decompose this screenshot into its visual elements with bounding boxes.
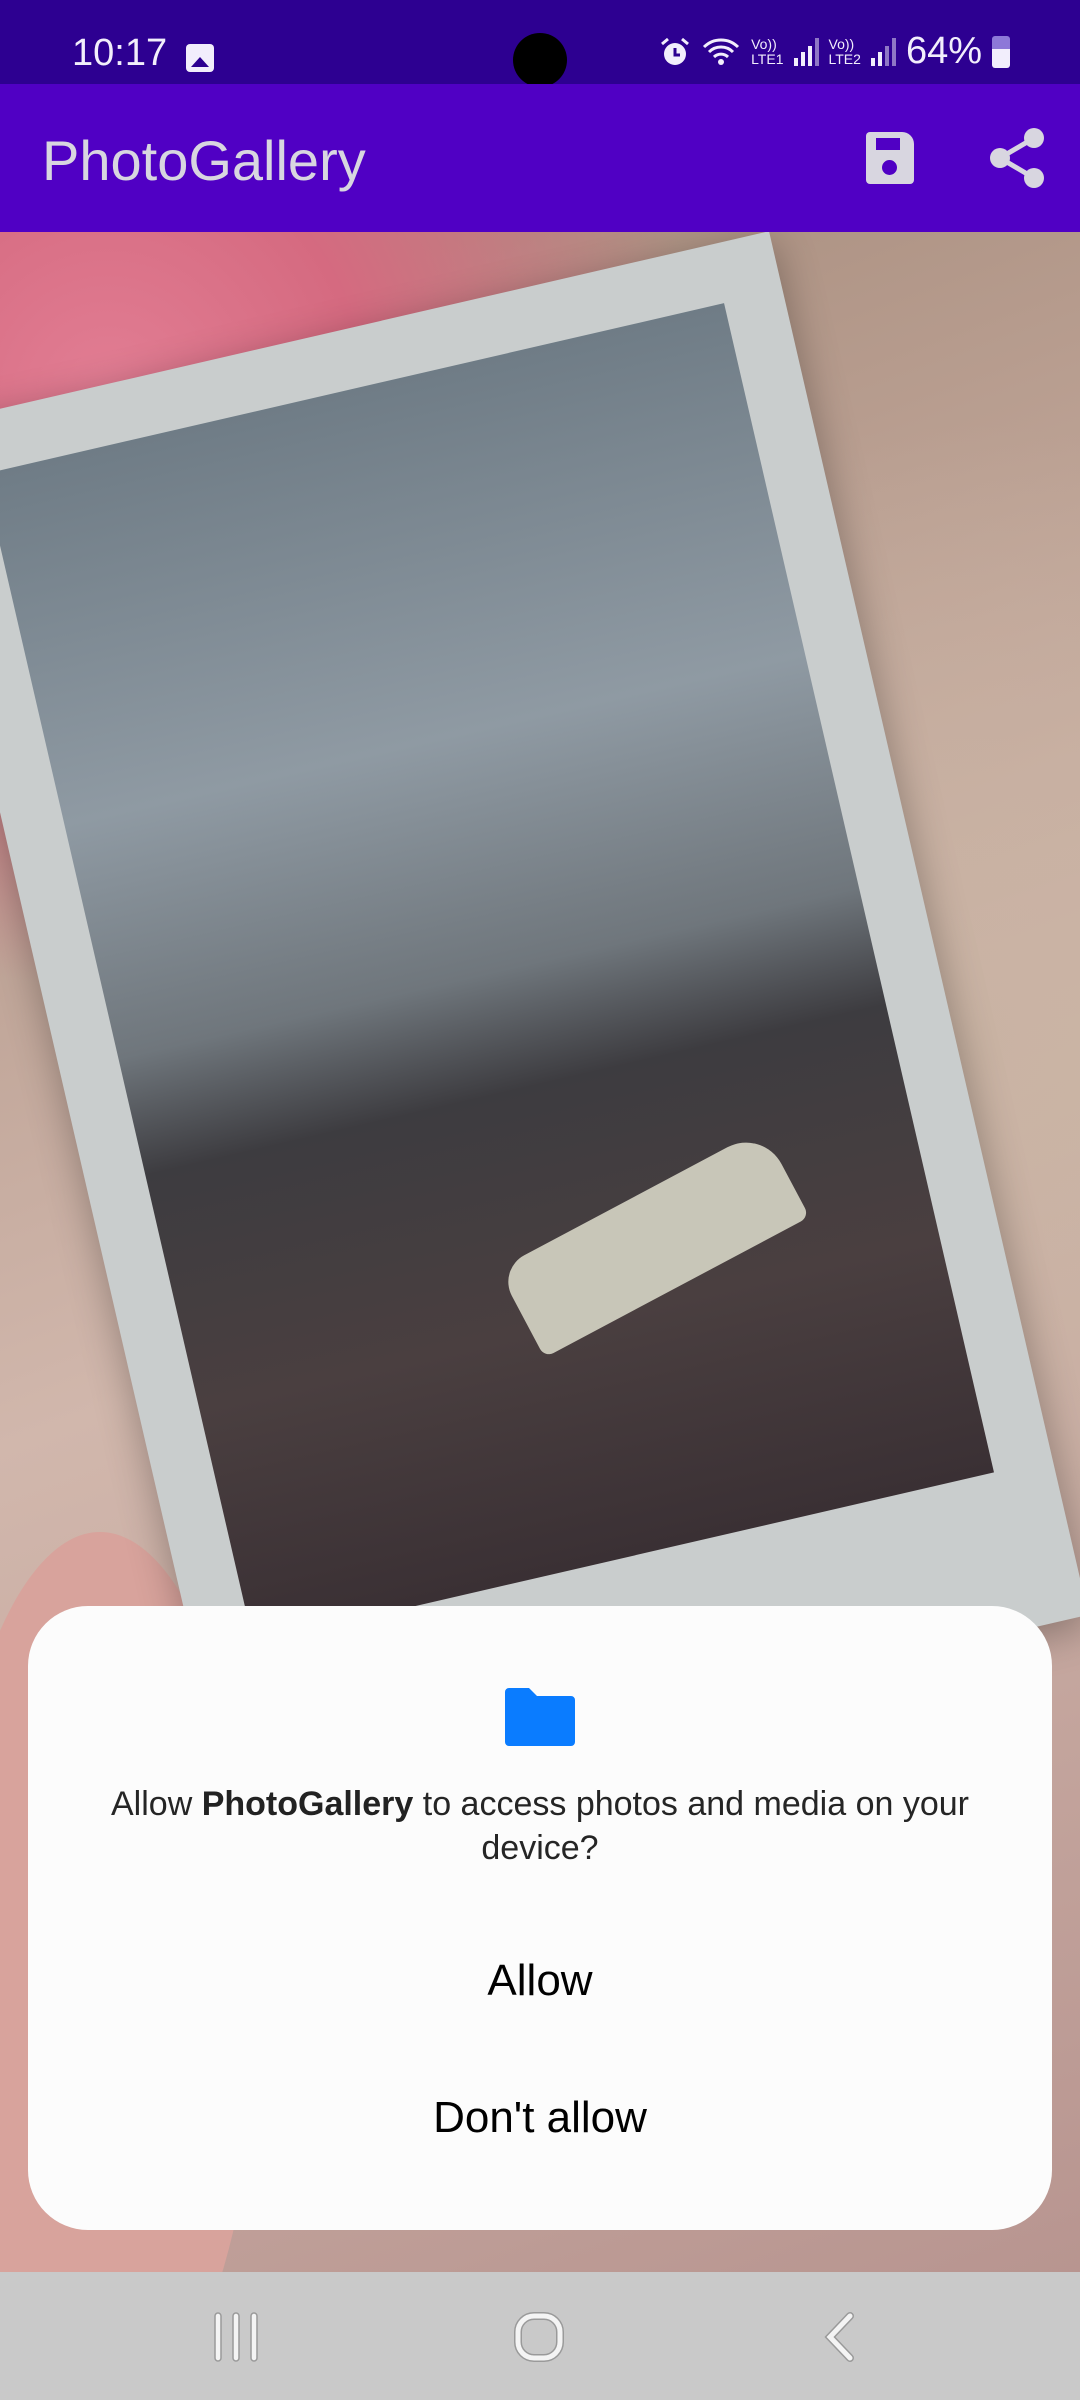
- dont-allow-button[interactable]: Don't allow: [28, 2093, 1052, 2143]
- sim1-indicator: Vo)) LTE1: [751, 35, 784, 67]
- alarm-icon: [661, 37, 690, 65]
- status-bar: 10:17 Vo)) LTE1 Vo)) LTE2 64%: [0, 0, 1080, 87]
- recents-icon[interactable]: [212, 2312, 260, 2362]
- signal-icon: [793, 37, 819, 66]
- app-bar: PhotoGallery: [0, 84, 1080, 232]
- share-icon[interactable]: [988, 126, 1048, 190]
- camera-cutout: [513, 33, 567, 87]
- folder-icon: [505, 1688, 575, 1746]
- battery-percent: 64%: [905, 30, 982, 72]
- back-icon[interactable]: [822, 2312, 858, 2362]
- permission-dialog: Allow PhotoGallery to access photos and …: [28, 1606, 1052, 2230]
- save-icon[interactable]: [866, 132, 914, 184]
- app-title: PhotoGallery: [42, 129, 366, 192]
- home-icon[interactable]: [514, 2312, 564, 2362]
- wifi-icon: [703, 37, 740, 65]
- battery-icon: [992, 35, 1010, 68]
- app-name: PhotoGallery: [201, 1785, 414, 1823]
- clock: 10:17: [72, 32, 168, 74]
- allow-button[interactable]: Allow: [28, 1956, 1052, 2006]
- permission-message: Allow PhotoGallery to access photos and …: [111, 1785, 969, 1867]
- signal-icon: [870, 37, 896, 66]
- gallery-notification-icon: [186, 44, 214, 72]
- navigation-bar: [0, 2272, 1080, 2400]
- sim2-indicator: Vo)) LTE2: [828, 35, 861, 67]
